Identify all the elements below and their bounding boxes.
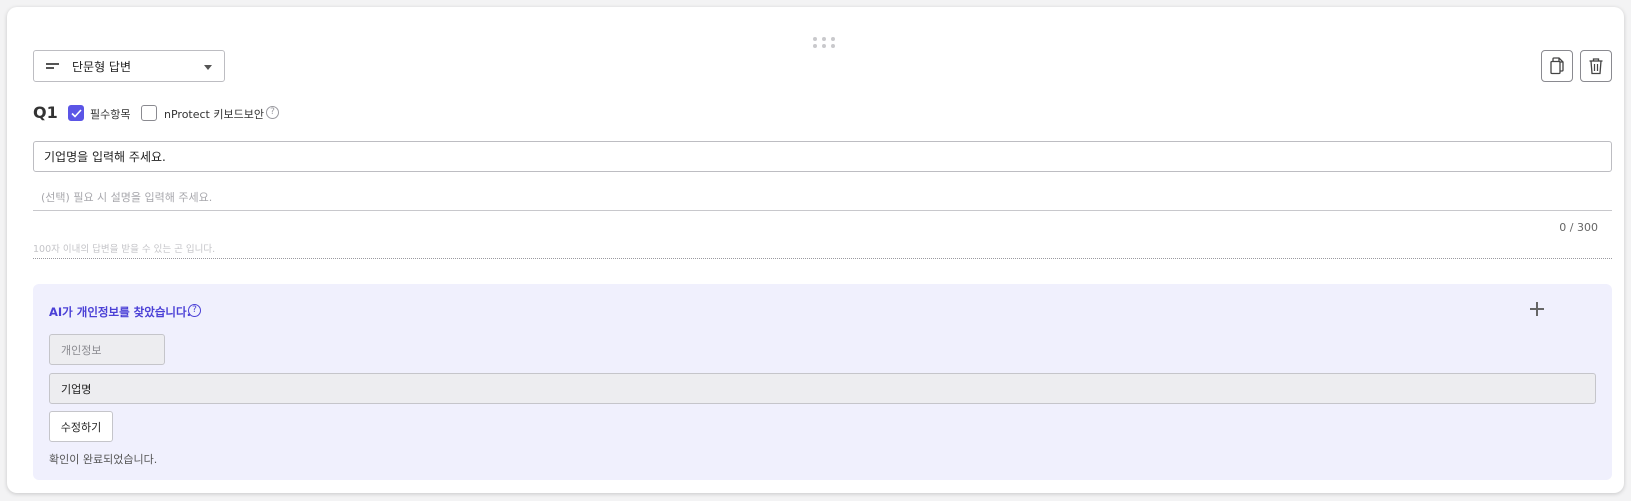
answer-type-select[interactable]: 단문형 답변 (33, 50, 225, 82)
question-card: 단문형 답변 Q1 필수항목 nProtect 키보드보안 ? 기업명을 입력해… (7, 7, 1624, 493)
ai-privacy-panel: AI가 개인정보를 찾았습니다. ? 개인정보 기업명 수정하기 확인이 완료되… (33, 284, 1612, 480)
edit-button[interactable]: 수정하기 (49, 411, 113, 442)
short-text-lines-icon (46, 61, 60, 71)
plus-icon[interactable] (1530, 302, 1544, 316)
nprotect-checkbox[interactable] (141, 105, 157, 121)
checkmark-icon (70, 108, 82, 118)
ai-panel-title: AI가 개인정보를 찾았습니다. (49, 305, 191, 319)
required-label: 필수항목 (90, 108, 131, 121)
answer-type-label: 단문형 답변 (72, 59, 132, 74)
question-number: Q1 (33, 103, 58, 122)
delete-button[interactable] (1580, 50, 1612, 82)
help-icon[interactable]: ? (266, 106, 279, 119)
char-counter: 0 / 300 (1559, 221, 1598, 234)
detected-value-field: 기업명 (49, 373, 1596, 404)
chevron-down-icon (204, 65, 212, 70)
trash-icon (1589, 58, 1603, 75)
description-input[interactable]: (선택) 필요 시 설명을 입력해 주세요. (33, 183, 1612, 211)
question-title-input[interactable]: 기업명을 입력해 주세요. (33, 141, 1612, 172)
privacy-tag-field: 개인정보 (49, 334, 165, 365)
nprotect-label: nProtect 키보드보안 (164, 108, 264, 121)
copy-button[interactable] (1541, 50, 1573, 82)
help-icon[interactable]: ? (188, 304, 201, 317)
drag-handle-icon[interactable] (813, 37, 835, 48)
copy-icon (1550, 57, 1564, 75)
answer-hint: 100자 이내의 답변을 받을 수 있는 곤 입니다. (33, 241, 1612, 259)
required-checkbox[interactable] (68, 105, 84, 121)
status-text: 확인이 완료되었습니다. (49, 453, 158, 466)
